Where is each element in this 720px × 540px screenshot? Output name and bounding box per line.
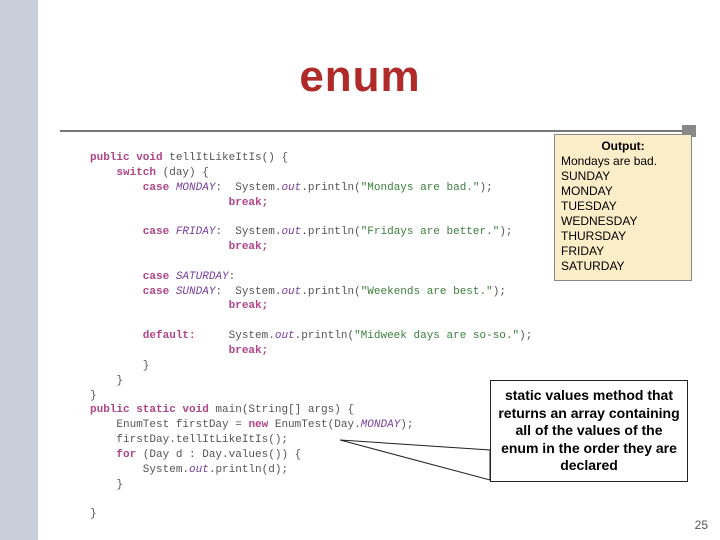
code-kw: case — [90, 271, 176, 283]
slide-title: enum — [0, 52, 720, 102]
code-string: "Mondays are bad." — [361, 182, 480, 194]
code-text: EnumTest firstDay = — [90, 419, 248, 431]
code-field: out — [275, 330, 295, 342]
code-kw: case — [90, 286, 176, 298]
code-text: } — [90, 360, 149, 372]
code-enum-const: FRIDAY — [176, 226, 216, 238]
code-kw: break; — [90, 197, 268, 209]
code-text: (Day d : Day.values()) { — [136, 449, 301, 461]
callout: static values method that returns an arr… — [340, 380, 690, 530]
code-field: out — [281, 182, 301, 194]
code-text: (day) { — [156, 167, 209, 179]
code-text: System. — [90, 464, 189, 476]
code-kw: new — [248, 419, 268, 431]
output-box: Output: Mondays are bad. SUNDAY MONDAY T… — [554, 134, 692, 281]
code-text: : System. — [215, 182, 281, 194]
code-text: .println( — [301, 286, 360, 298]
code-text: System. — [196, 330, 275, 342]
code-field: out — [189, 464, 209, 476]
code-text: ); — [480, 182, 493, 194]
code-string: "Midweek days are so-so." — [354, 330, 519, 342]
code-enum-const: SUNDAY — [176, 286, 216, 298]
code-text: } — [90, 508, 97, 520]
code-kw: case — [90, 226, 176, 238]
code-enum-const: MONDAY — [176, 182, 216, 194]
code-text: } — [90, 375, 123, 387]
code-text: } — [90, 479, 123, 491]
code-text: } — [90, 390, 97, 402]
code-kw: case — [90, 182, 176, 194]
output-line: MONDAY — [561, 184, 685, 199]
code-text: firstDay.tellItLikeItIs(); — [90, 434, 288, 446]
code-string: "Weekends are best." — [361, 286, 493, 298]
code-text: .println( — [301, 226, 360, 238]
code-kw: for — [90, 449, 136, 461]
code-field: out — [281, 286, 301, 298]
output-line: SUNDAY — [561, 169, 685, 184]
code-kw: public static void — [90, 404, 209, 416]
page-number: 25 — [695, 518, 708, 532]
output-line: TUESDAY — [561, 199, 685, 214]
code-text: .println( — [301, 182, 360, 194]
code-kw: default: — [90, 330, 196, 342]
code-text: .println(d); — [209, 464, 288, 476]
code-text: main(String[] args) { — [209, 404, 354, 416]
output-line: Mondays are bad. — [561, 154, 685, 169]
code-kw: switch — [90, 167, 156, 179]
code-text: tellItLikeItIs() { — [163, 152, 288, 164]
code-text: : System. — [215, 226, 281, 238]
code-kw: break; — [90, 300, 268, 312]
output-line: FRIDAY — [561, 244, 685, 259]
slide: enum public void tellItLikeItIs() { swit… — [0, 0, 720, 540]
code-field: out — [281, 226, 301, 238]
code-kw: public void — [90, 152, 163, 164]
code-string: "Fridays are better." — [361, 226, 500, 238]
output-line: SATURDAY — [561, 259, 685, 274]
code-kw: break; — [90, 241, 268, 253]
callout-text: static values method that returns an arr… — [490, 380, 688, 482]
code-text: : System. — [215, 286, 281, 298]
output-line: THURSDAY — [561, 229, 685, 244]
code-kw: break; — [90, 345, 268, 357]
code-text: ); — [519, 330, 532, 342]
code-enum-const: SATURDAY — [176, 271, 229, 283]
code-text: ); — [499, 226, 512, 238]
code-text: : — [229, 271, 236, 283]
code-text: .println( — [295, 330, 354, 342]
output-line: WEDNESDAY — [561, 214, 685, 229]
output-header: Output: — [561, 139, 685, 154]
code-text: ); — [493, 286, 506, 298]
